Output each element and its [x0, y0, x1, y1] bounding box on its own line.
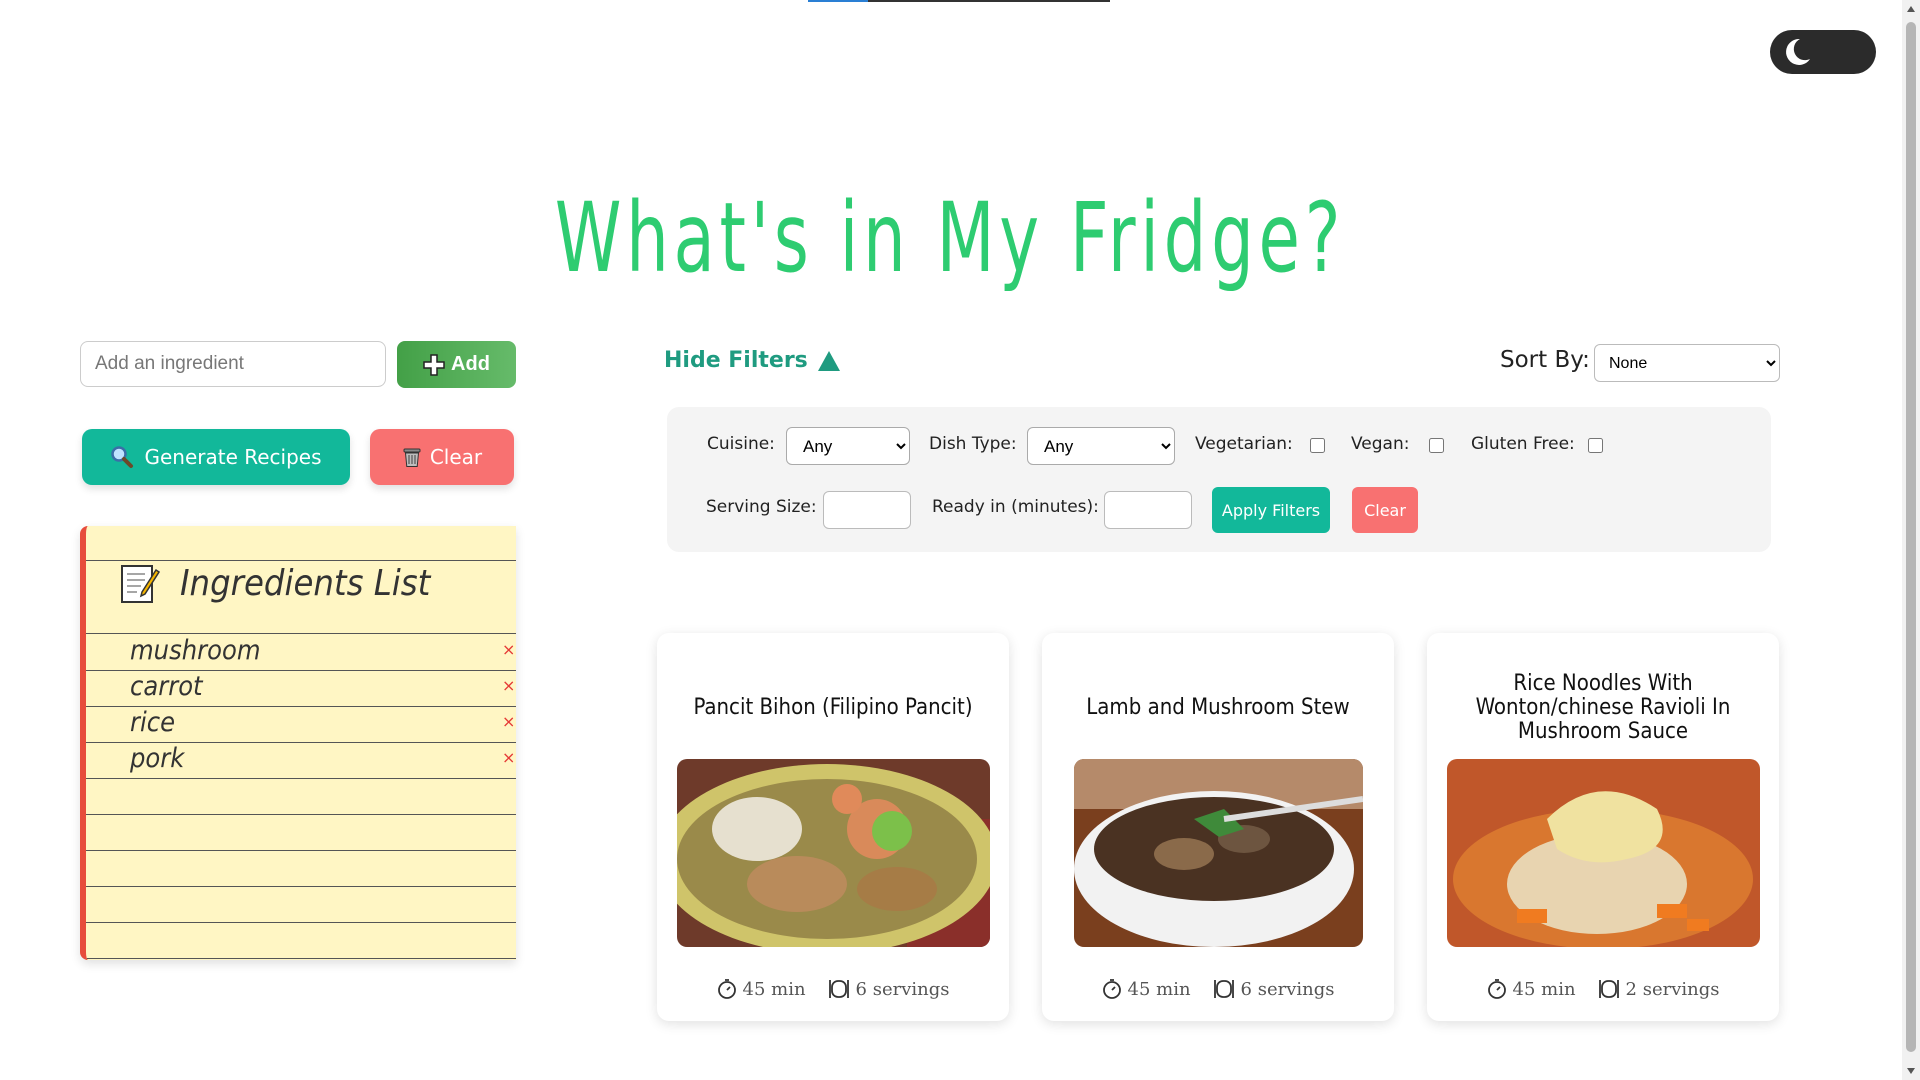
- ingredient-item: carrot ×: [130, 670, 515, 706]
- scrollbar-thumb[interactable]: [1906, 22, 1916, 1052]
- generate-button-label: Generate Recipes: [144, 445, 322, 469]
- remove-ingredient-icon[interactable]: ×: [502, 712, 515, 731]
- hide-filters-label: Hide Filters: [664, 348, 808, 373]
- loading-progress-bar: [808, 0, 1110, 2]
- ingredient-item: mushroom ×: [130, 634, 515, 670]
- recipe-meta: 45 min 6 servings: [1042, 978, 1394, 1000]
- ready-in-input[interactable]: [1104, 491, 1192, 529]
- vertical-scrollbar[interactable]: [1902, 0, 1920, 1080]
- filter-panel: Cuisine: Any Dish Type: Any Vegetarian: …: [667, 407, 1771, 552]
- recipe-time: 45 min: [1102, 978, 1191, 1000]
- remove-ingredient-icon[interactable]: ×: [502, 748, 515, 767]
- ingredients-notepad: Ingredients List mushroom × carrot × ric…: [80, 526, 516, 960]
- clear-filters-button[interactable]: Clear: [1352, 487, 1418, 533]
- ready-in-label: Ready in (minutes):: [932, 497, 1099, 517]
- ingredient-item: rice ×: [130, 706, 515, 742]
- ingredients-list-title: Ingredients List: [180, 562, 431, 604]
- stopwatch-icon: [717, 979, 736, 999]
- cuisine-label: Cuisine:: [707, 434, 775, 454]
- ingredient-name: mushroom: [130, 635, 261, 666]
- recipe-servings-label: 6 servings: [1240, 978, 1335, 1000]
- plus-icon: [423, 353, 445, 376]
- recipe-servings-label: 2 servings: [1625, 978, 1720, 1000]
- hide-filters-toggle[interactable]: Hide Filters: [664, 348, 840, 373]
- recipe-time: 45 min: [717, 978, 806, 1000]
- remove-ingredient-icon[interactable]: ×: [502, 640, 515, 659]
- gluten-free-checkbox[interactable]: [1588, 438, 1603, 453]
- cuisine-select[interactable]: Any: [786, 427, 910, 465]
- recipe-time-label: 45 min: [1512, 978, 1576, 1000]
- recipe-card[interactable]: Pancit Bihon (Filipino Pancit) 45 min 6 …: [657, 633, 1009, 1021]
- clear-button-label: Clear: [429, 445, 483, 469]
- recipe-time-label: 45 min: [1127, 978, 1191, 1000]
- recipe-servings-label: 6 servings: [855, 978, 950, 1000]
- scroll-up-icon[interactable]: [1907, 6, 1915, 12]
- recipe-servings: 2 servings: [1598, 978, 1720, 1000]
- ingredient-name: rice: [130, 707, 176, 738]
- ingredients-list-header: Ingredients List: [120, 562, 430, 604]
- dish-type-label: Dish Type:: [929, 434, 1017, 454]
- recipe-servings: 6 servings: [828, 978, 950, 1000]
- stopwatch-icon: [1102, 979, 1121, 999]
- recipe-title: Pancit Bihon (Filipino Pancit): [693, 694, 973, 720]
- generate-recipes-button[interactable]: Generate Recipes: [82, 429, 350, 485]
- plate-cutlery-icon: [1598, 980, 1619, 998]
- recipe-time-label: 45 min: [742, 978, 806, 1000]
- recipe-image: [677, 759, 990, 947]
- recipe-card[interactable]: Rice Noodles With Wonton/chinese Ravioli…: [1427, 633, 1779, 1021]
- ingredient-name: carrot: [130, 671, 203, 702]
- moon-icon: [1786, 38, 1810, 65]
- plate-cutlery-icon: [828, 980, 849, 998]
- triangle-up-icon: [817, 350, 840, 371]
- plate-cutlery-icon: [1213, 980, 1234, 998]
- recipe-title: Lamb and Mushroom Stew: [1086, 694, 1350, 720]
- dish-type-select[interactable]: Any: [1027, 427, 1175, 465]
- ingredient-item: pork ×: [130, 742, 515, 778]
- clear-ingredients-button[interactable]: Clear: [370, 429, 514, 485]
- theme-toggle[interactable]: [1770, 30, 1876, 74]
- vegan-label: Vegan:: [1351, 434, 1410, 454]
- add-ingredient-button[interactable]: Add: [397, 341, 516, 388]
- scroll-down-icon[interactable]: [1907, 1068, 1915, 1074]
- magnifier-icon: [111, 446, 134, 468]
- ingredient-name: pork: [130, 743, 185, 774]
- recipe-image: [1074, 759, 1363, 947]
- sort-by-select[interactable]: None: [1594, 344, 1780, 382]
- serving-size-input[interactable]: [823, 491, 911, 529]
- ingredient-input[interactable]: [80, 341, 386, 387]
- serving-size-label: Serving Size:: [706, 497, 817, 517]
- trash-icon: [403, 448, 421, 467]
- recipe-servings: 6 servings: [1213, 978, 1335, 1000]
- vegetarian-checkbox[interactable]: [1310, 438, 1325, 453]
- add-button-label: Add: [451, 353, 490, 375]
- gluten-free-label: Gluten Free:: [1471, 434, 1575, 454]
- vegetarian-label: Vegetarian:: [1195, 434, 1293, 454]
- remove-ingredient-icon[interactable]: ×: [502, 676, 515, 695]
- vegan-checkbox[interactable]: [1429, 438, 1444, 453]
- recipe-time: 45 min: [1487, 978, 1576, 1000]
- apply-filters-button[interactable]: Apply Filters: [1212, 487, 1330, 533]
- recipe-image: [1447, 759, 1760, 947]
- recipe-card[interactable]: Lamb and Mushroom Stew 45 min 6 servings: [1042, 633, 1394, 1021]
- page-title: What's in My Fridge?: [554, 182, 1346, 295]
- sort-by-label: Sort By:: [1500, 347, 1590, 373]
- recipe-meta: 45 min 6 servings: [657, 978, 1009, 1000]
- recipe-meta: 45 min 2 servings: [1427, 978, 1779, 1000]
- stopwatch-icon: [1487, 979, 1506, 999]
- recipe-title: Rice Noodles With Wonton/chinese Ravioli…: [1475, 670, 1731, 745]
- memo-icon: [121, 565, 160, 603]
